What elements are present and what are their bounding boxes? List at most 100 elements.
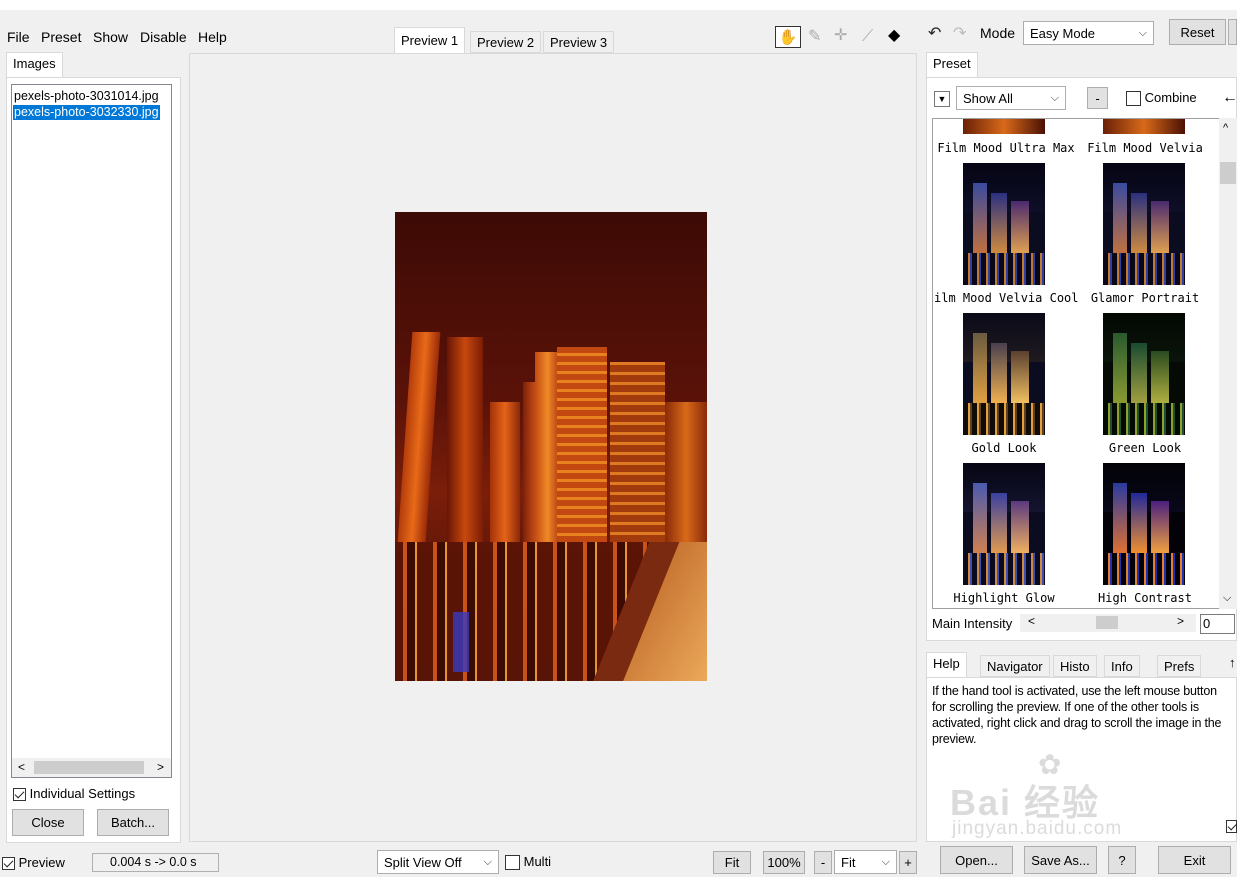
- scroll-thumb[interactable]: [1220, 162, 1236, 184]
- photo-building: [557, 347, 607, 542]
- brush-icon[interactable]: ⟋: [862, 28, 873, 46]
- tab-preview-1[interactable]: Preview 1: [394, 27, 466, 54]
- tab-navigator[interactable]: Navigator: [980, 655, 1050, 677]
- help-text: If the hand tool is activated, use the l…: [932, 684, 1222, 746]
- redo-icon[interactable]: ↷: [953, 25, 966, 43]
- reset-menu-button[interactable]: [1228, 19, 1237, 45]
- fit-button[interactable]: Fit: [713, 851, 751, 874]
- preview-photo[interactable]: [395, 212, 707, 681]
- image-file-list[interactable]: pexels-photo-3031014.jpg pexels-photo-30…: [11, 84, 172, 778]
- preview-label: Preview: [18, 855, 65, 870]
- checkbox-icon: [13, 788, 26, 802]
- mode-select-value: Easy Mode: [1030, 25, 1096, 41]
- preset-label[interactable]: Film Mood Ultra Max: [934, 141, 1078, 155]
- batch-button[interactable]: Batch...: [97, 809, 169, 836]
- preset-label[interactable]: High Contrast: [1093, 591, 1197, 605]
- main-intensity-label: Main Intensity: [932, 616, 1013, 631]
- slider-thumb[interactable]: [1096, 616, 1118, 629]
- preset-thumb-partial[interactable]: [963, 119, 1045, 134]
- preset-thumb[interactable]: [963, 463, 1045, 585]
- main-intensity-slider[interactable]: < >: [1020, 614, 1196, 632]
- preset-label[interactable]: Film Mood Velvia: [1083, 141, 1207, 155]
- split-view-select[interactable]: Split View Off ⌵: [377, 850, 499, 874]
- preset-vscrollbar[interactable]: ^ ⌵: [1219, 118, 1237, 609]
- chevron-down-icon: ⌵: [881, 855, 890, 868]
- preset-minus-button[interactable]: -: [1087, 87, 1108, 109]
- scroll-down-icon[interactable]: ⌵: [1223, 592, 1231, 605]
- zoom-out-button[interactable]: -: [814, 851, 832, 874]
- scroll-thumb[interactable]: [34, 761, 144, 774]
- zoom-select[interactable]: Fit ⌵: [834, 850, 897, 874]
- eyedropper-icon[interactable]: ✎: [808, 28, 821, 46]
- file-list-item-selected[interactable]: pexels-photo-3032330.jpg: [13, 105, 160, 120]
- reset-button[interactable]: Reset: [1169, 19, 1226, 45]
- save-as-button[interactable]: Save As...: [1024, 846, 1097, 874]
- file-list-item[interactable]: pexels-photo-3031014.jpg: [14, 89, 159, 104]
- zoom-in-button[interactable]: +: [899, 851, 917, 874]
- combine-checkbox[interactable]: Combine: [1126, 90, 1197, 107]
- open-button[interactable]: Open...: [940, 846, 1013, 874]
- preset-filter-select[interactable]: Show All ⌵: [956, 86, 1066, 110]
- scroll-right-icon[interactable]: >: [157, 760, 164, 774]
- menu-show[interactable]: Show: [93, 28, 128, 46]
- tab-help[interactable]: Help: [926, 652, 967, 678]
- arrow-up-icon[interactable]: ↑: [1229, 654, 1236, 672]
- exit-button[interactable]: Exit: [1158, 846, 1231, 874]
- multi-label: Multi: [523, 854, 552, 869]
- close-button[interactable]: Close: [12, 809, 84, 836]
- menu-help[interactable]: Help: [198, 28, 227, 46]
- tab-preset[interactable]: Preset: [926, 52, 978, 78]
- tab-images[interactable]: Images: [6, 52, 63, 78]
- photo-building: [397, 332, 441, 542]
- help-button[interactable]: ?: [1108, 846, 1136, 874]
- preset-dropdown-button[interactable]: ▼: [934, 91, 950, 107]
- mode-label: Mode: [980, 25, 1016, 41]
- tab-prefs[interactable]: Prefs: [1157, 655, 1202, 677]
- tab-preview-3[interactable]: Preview 3: [543, 31, 615, 53]
- preset-label[interactable]: Gold Look: [963, 441, 1045, 455]
- preset-filter-value: Show All: [963, 90, 1013, 106]
- tab-histo[interactable]: Histo: [1053, 655, 1097, 677]
- chevron-down-icon: ⌵: [483, 855, 492, 868]
- preset-label[interactable]: Glamor Portrait: [1088, 291, 1202, 305]
- zoom-select-value: Fit: [841, 854, 856, 870]
- zoom-100-button[interactable]: 100%: [763, 851, 805, 874]
- preset-label[interactable]: Highlight Glow: [947, 591, 1061, 605]
- preset-grid[interactable]: Film Mood Ultra Max Film Mood Velvia ilm…: [932, 118, 1220, 609]
- arrow-left-icon[interactable]: ←: [1222, 89, 1237, 107]
- multi-checkbox[interactable]: Multi: [505, 854, 552, 871]
- menu-file[interactable]: File: [7, 28, 30, 46]
- file-list-hscrollbar[interactable]: < >: [12, 758, 171, 777]
- preset-thumb-partial[interactable]: [1103, 119, 1185, 134]
- checkbox-icon: [1226, 820, 1237, 834]
- slider-left-icon[interactable]: <: [1028, 614, 1035, 628]
- crosshair-icon[interactable]: ✛: [834, 27, 847, 45]
- main-intensity-input[interactable]: 0: [1200, 614, 1235, 634]
- preset-thumb[interactable]: [1103, 163, 1185, 285]
- timing-display: 0.004 s -> 0.0 s: [92, 853, 219, 872]
- menu-disable[interactable]: Disable: [140, 28, 187, 46]
- help-panel-checkbox[interactable]: [1226, 818, 1237, 834]
- undo-icon[interactable]: ↶: [928, 25, 941, 43]
- preset-thumb[interactable]: [963, 313, 1045, 435]
- slider-right-icon[interactable]: >: [1177, 614, 1184, 628]
- hand-tool-button[interactable]: ✋: [775, 26, 801, 48]
- compare-split-icon[interactable]: ◆: [888, 27, 900, 45]
- preset-label[interactable]: Green Look: [1093, 441, 1197, 455]
- menu-preset[interactable]: Preset: [41, 28, 81, 46]
- preview-checkbox[interactable]: Preview: [2, 855, 65, 871]
- scroll-left-icon[interactable]: <: [18, 760, 25, 774]
- tab-preview-2[interactable]: Preview 2: [470, 31, 542, 53]
- individual-settings-checkbox[interactable]: Individual Settings: [13, 786, 135, 802]
- checkbox-icon: [1126, 91, 1141, 107]
- preset-thumb[interactable]: [1103, 313, 1185, 435]
- mode-select[interactable]: Easy Mode ⌵: [1023, 21, 1154, 45]
- scroll-up-icon[interactable]: ^: [1223, 122, 1228, 134]
- photo-building: [447, 337, 483, 542]
- preset-thumb[interactable]: [963, 163, 1045, 285]
- photo-building: [610, 362, 665, 542]
- tab-info[interactable]: Info: [1104, 655, 1140, 677]
- preset-label[interactable]: ilm Mood Velvia Cool: [934, 291, 1084, 305]
- preset-thumb[interactable]: [1103, 463, 1185, 585]
- checkbox-icon: [2, 857, 15, 871]
